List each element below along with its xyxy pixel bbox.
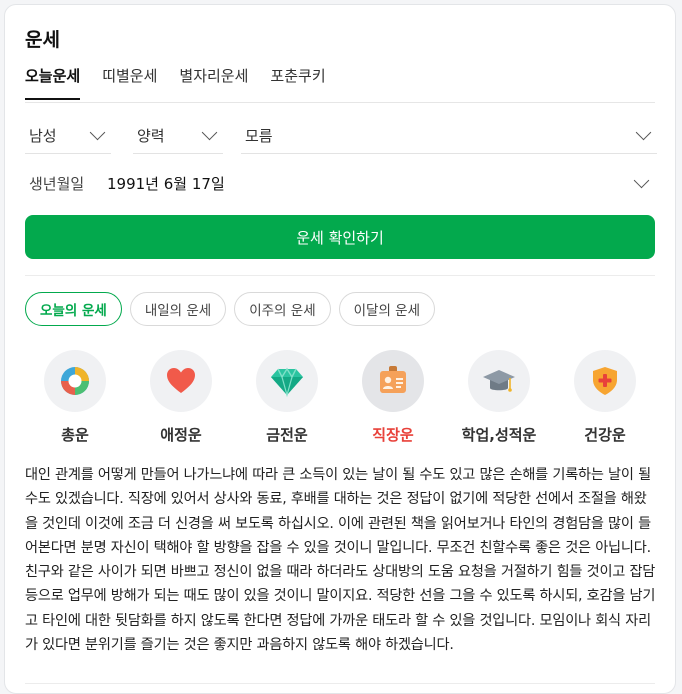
birthdate-value: 1991년 6월 17일	[107, 174, 225, 193]
check-fortune-button[interactable]: 운세 확인하기	[25, 215, 655, 259]
category-label: 총운	[61, 426, 89, 444]
divider	[25, 275, 655, 276]
category-icon-wrap	[150, 350, 212, 412]
fortune-tabs: 오늘운세 띠별운세 별자리운세 포춘쿠키	[25, 65, 348, 100]
pie-chart-icon	[61, 367, 89, 395]
tab-zodiac-animal[interactable]: 띠별운세	[102, 65, 157, 98]
birthdate-label: 생년월일	[29, 174, 85, 193]
fortune-card: 운세 오늘운세 띠별운세 별자리운세 포춘쿠키 남성 양력 모름 생년월일 19…	[4, 4, 676, 694]
pill-this-month[interactable]: 이달의 운세	[338, 292, 436, 326]
id-badge-icon	[380, 366, 406, 393]
graduation-cap-icon	[483, 370, 515, 392]
category-icon-wrap	[44, 350, 106, 412]
category-money[interactable]: 금전운	[237, 350, 337, 450]
tab-fortune-cookie[interactable]: 포춘쿠키	[270, 65, 325, 98]
category-icon-wrap	[362, 350, 424, 412]
chevron-down-icon	[635, 124, 652, 141]
category-work[interactable]: 직장운	[343, 350, 443, 450]
heart-icon	[167, 368, 195, 393]
pill-this-week[interactable]: 이주의 운세	[234, 292, 331, 326]
tab-constellation[interactable]: 별자리운세	[179, 65, 248, 98]
birth-time-value: 모름	[245, 127, 273, 145]
category-general[interactable]: 총운	[25, 350, 125, 450]
category-list: 총운 애정운 금전운 직장운 학업,성적운 건강운	[25, 350, 655, 450]
category-love[interactable]: 애정운	[131, 350, 231, 450]
gender-select[interactable]: 남성	[25, 118, 111, 154]
birthdate-select[interactable]: 생년월일 1991년 6월 17일	[25, 163, 655, 203]
chevron-down-icon	[89, 124, 106, 141]
chevron-down-icon	[633, 172, 650, 188]
pill-today[interactable]: 오늘의 운세	[25, 292, 122, 326]
category-label: 금전운	[266, 426, 308, 444]
page-title: 운세	[25, 29, 60, 51]
health-shield-icon	[593, 367, 617, 395]
category-label: 애정운	[160, 426, 202, 444]
category-label: 건강운	[584, 426, 626, 444]
category-study[interactable]: 학업,성적운	[449, 350, 549, 450]
divider	[25, 683, 655, 684]
tab-today[interactable]: 오늘운세	[25, 65, 81, 100]
fortune-text: 대인 관계를 어떻게 만들어 나가느냐에 따라 큰 소득이 있는 날이 될 수도…	[25, 467, 656, 654]
category-icon-wrap	[468, 350, 530, 412]
diamond-icon	[271, 367, 303, 398]
tabs-divider	[25, 102, 655, 103]
gender-value: 남성	[29, 127, 57, 145]
chevron-down-icon	[201, 124, 218, 141]
calendar-value: 양력	[137, 127, 165, 145]
category-icon-wrap	[256, 350, 318, 412]
pill-tomorrow[interactable]: 내일의 운세	[129, 292, 227, 326]
category-health[interactable]: 건강운	[555, 350, 655, 450]
category-label: 직장운	[372, 426, 414, 444]
category-label: 학업,성적운	[461, 426, 537, 444]
calendar-select[interactable]: 양력	[133, 118, 223, 154]
period-pills: 오늘의 운세 내일의 운세 이주의 운세 이달의 운세	[25, 292, 436, 326]
category-icon-wrap	[574, 350, 636, 412]
birth-time-select[interactable]: 모름	[241, 118, 657, 154]
